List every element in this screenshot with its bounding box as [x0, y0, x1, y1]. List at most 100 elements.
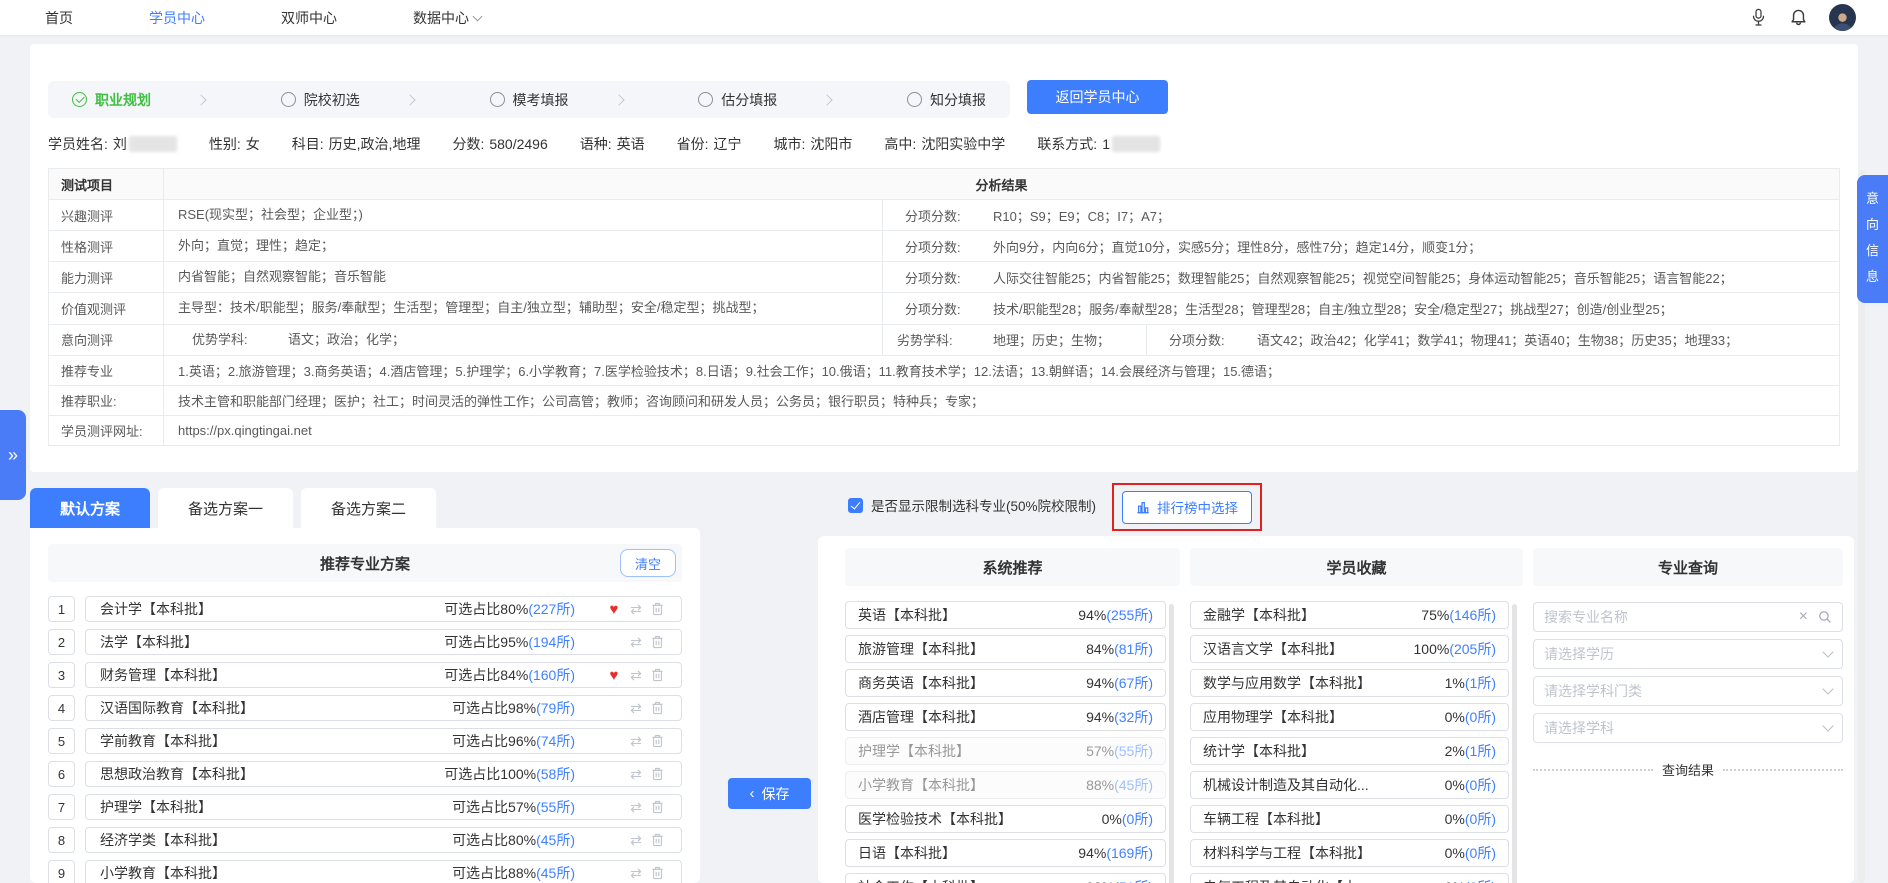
- stepper-step[interactable]: 院校初选: [280, 90, 416, 110]
- nav-item[interactable]: 学员中心: [149, 8, 205, 28]
- row-label: 推荐职业:: [61, 393, 117, 409]
- main-nav: 首页 学员中心 双师中心 数据中心: [45, 0, 483, 35]
- major-item[interactable]: 日语【本科批】 94%(169所): [845, 839, 1166, 867]
- major-item[interactable]: 会计学【本科批】 可选占比80%(227所) ♥ ⇄: [85, 596, 682, 622]
- stepper-step[interactable]: 估分填报: [698, 90, 833, 110]
- swap-icon[interactable]: ⇄: [625, 667, 647, 684]
- major-item[interactable]: 汉语国际教育【本科批】 可选占比98%(79所) ♥ ⇄: [85, 695, 682, 721]
- major-search-input[interactable]: 搜索专业名称 ×: [1533, 602, 1843, 632]
- selectable-ratio: 可选占比80%(45所): [452, 832, 575, 848]
- major-item[interactable]: 经济学类【本科批】 可选占比80%(45所) ♥ ⇄: [85, 827, 682, 853]
- major-item[interactable]: 车辆工程【本科批】 0%(0所): [1190, 805, 1509, 833]
- delete-icon[interactable]: [647, 635, 667, 649]
- school-count: (74所): [536, 733, 575, 749]
- swap-icon[interactable]: ⇄: [625, 601, 647, 618]
- major-item[interactable]: 应用物理学【本科批】 0%(0所): [1190, 703, 1509, 731]
- delete-icon[interactable]: [647, 833, 667, 847]
- major-item[interactable]: 材料科学与工程【本科批】 0%(0所): [1190, 839, 1509, 867]
- intent-info-side-tab[interactable]: 意向信息: [1857, 175, 1888, 303]
- major-item[interactable]: 思想政治教育【本科批】 可选占比100%(58所) ♥ ⇄: [85, 761, 682, 787]
- save-button[interactable]: ‹ 保存: [728, 778, 811, 809]
- nav-item[interactable]: 首页: [45, 8, 73, 28]
- favorite-heart-icon[interactable]: ♥: [603, 601, 625, 618]
- plan-tab[interactable]: 默认方案: [30, 488, 151, 528]
- back-to-student-center-button[interactable]: 返回学员中心: [1027, 80, 1168, 114]
- major-item[interactable]: 小学教育【本科批】 88%(45所): [845, 771, 1166, 799]
- clear-button[interactable]: 清空: [620, 549, 676, 577]
- plan-row: 2 法学【本科批】 可选占比95%(194所) ♥ ⇄: [48, 629, 682, 655]
- plan-list: 1 会计学【本科批】 可选占比80%(227所) ♥ ⇄ 2 法学【本科批】 可…: [48, 596, 682, 883]
- major-item[interactable]: 数学与应用数学【本科批】 1%(1所): [1190, 669, 1509, 697]
- query-select[interactable]: 请选择学科: [1533, 713, 1843, 743]
- advantage-value: 语文；政治；化学；: [288, 331, 406, 347]
- select-placeholder: 请选择学科门类: [1544, 683, 1642, 699]
- swap-icon[interactable]: ⇄: [625, 733, 647, 750]
- school-count: (0所): [1464, 777, 1496, 793]
- delete-icon[interactable]: [647, 602, 667, 616]
- select-from-ranking-button[interactable]: 排行榜中选择: [1122, 490, 1252, 524]
- delete-icon[interactable]: [647, 800, 667, 814]
- student-field: 语种: 英语: [580, 134, 645, 154]
- delete-icon[interactable]: [647, 701, 667, 715]
- nav-item[interactable]: 数据中心: [413, 8, 483, 28]
- swap-icon[interactable]: ⇄: [625, 832, 647, 849]
- major-name: 英语【本科批】: [858, 607, 956, 623]
- sub-score-value: 技术/职能型28；服务/奉献型28；生活型28；管理型28；自主/独立型28；安…: [993, 301, 1673, 317]
- plan-tab[interactable]: 备选方案一: [158, 488, 294, 528]
- swap-icon[interactable]: ⇄: [625, 865, 647, 882]
- plan-row: 7 护理学【本科批】 可选占比57%(55所) ♥ ⇄: [48, 794, 682, 820]
- delete-icon[interactable]: [647, 734, 667, 748]
- plan-row: 9 小学教育【本科批】 可选占比88%(45所) ♥ ⇄: [48, 860, 682, 883]
- query-select[interactable]: 请选择学历: [1533, 639, 1843, 669]
- student-field: 高中: 沈阳实验中学: [884, 134, 1005, 154]
- bell-icon[interactable]: [1789, 8, 1807, 28]
- expand-panel-tab[interactable]: »: [0, 410, 26, 500]
- major-item[interactable]: 小学教育【本科批】 可选占比88%(45所) ♥ ⇄: [85, 860, 682, 883]
- delete-icon[interactable]: [647, 866, 667, 880]
- major-item[interactable]: 护理学【本科批】 57%(55所): [845, 737, 1166, 765]
- nav-item[interactable]: 双师中心: [281, 8, 337, 28]
- stepper-step[interactable]: 知分填报: [907, 90, 986, 110]
- stepper-step[interactable]: 职业规划: [72, 90, 207, 110]
- major-item[interactable]: 护理学【本科批】 可选占比57%(55所) ♥ ⇄: [85, 794, 682, 820]
- delete-icon[interactable]: [647, 668, 667, 682]
- major-item[interactable]: 财务管理【本科批】 可选占比84%(160所) ♥ ⇄: [85, 662, 682, 688]
- swap-icon[interactable]: ⇄: [625, 799, 647, 816]
- major-item[interactable]: 法学【本科批】 可选占比95%(194所) ♥ ⇄: [85, 629, 682, 655]
- swap-icon[interactable]: ⇄: [625, 700, 647, 717]
- step-label: 知分填报: [930, 91, 986, 108]
- major-item[interactable]: 医学检验技术【本科批】 0%(0所): [845, 805, 1166, 833]
- delete-icon[interactable]: [647, 767, 667, 781]
- list-scrollbar[interactable]: [1512, 604, 1517, 883]
- major-item[interactable]: 电气工程及其自动化【本... 0%(0所): [1190, 873, 1509, 883]
- major-item[interactable]: 英语【本科批】 94%(255所): [845, 601, 1166, 629]
- major-item[interactable]: 社会工作【本科批】 98%(51所): [845, 873, 1166, 883]
- microphone-icon[interactable]: [1749, 8, 1767, 28]
- list-scrollbar[interactable]: [1169, 604, 1174, 883]
- swap-icon[interactable]: ⇄: [625, 634, 647, 651]
- favorite-heart-icon[interactable]: ♥: [603, 667, 625, 684]
- major-item[interactable]: 统计学【本科批】 2%(1所): [1190, 737, 1509, 765]
- swap-icon[interactable]: ⇄: [625, 766, 647, 783]
- major-item[interactable]: 汉语言文学【本科批】 100%(205所): [1190, 635, 1509, 663]
- match-percent: 0%(0所): [1445, 877, 1496, 883]
- restrict-checkbox[interactable]: [848, 497, 863, 513]
- school-count: (32所): [1114, 709, 1153, 725]
- query-select[interactable]: 请选择学科门类: [1533, 676, 1843, 706]
- plan-tab-label: 备选方案二: [331, 500, 407, 518]
- major-name: 医学检验技术【本科批】: [858, 811, 1012, 827]
- major-item[interactable]: 商务英语【本科批】 94%(67所): [845, 669, 1166, 697]
- major-item[interactable]: 旅游管理【本科批】 84%(81所): [845, 635, 1166, 663]
- school-count: (79所): [536, 700, 575, 716]
- major-item[interactable]: 酒店管理【本科批】 94%(32所): [845, 703, 1166, 731]
- plan-tab[interactable]: 备选方案二: [301, 488, 437, 528]
- clear-icon[interactable]: ×: [1799, 609, 1808, 625]
- stepper-step[interactable]: 模考填报: [489, 90, 625, 110]
- major-item[interactable]: 金融学【本科批】 75%(146所): [1190, 601, 1509, 629]
- search-icon[interactable]: [1818, 610, 1832, 624]
- user-avatar[interactable]: [1829, 4, 1856, 31]
- major-item[interactable]: 学前教育【本科批】 可选占比96%(74所) ♥ ⇄: [85, 728, 682, 754]
- major-item[interactable]: 机械设计制造及其自动化... 0%(0所): [1190, 771, 1509, 799]
- plan-tabs: 默认方案 备选方案一 备选方案二: [30, 488, 437, 528]
- match-percent: 94%(255所): [1078, 607, 1153, 623]
